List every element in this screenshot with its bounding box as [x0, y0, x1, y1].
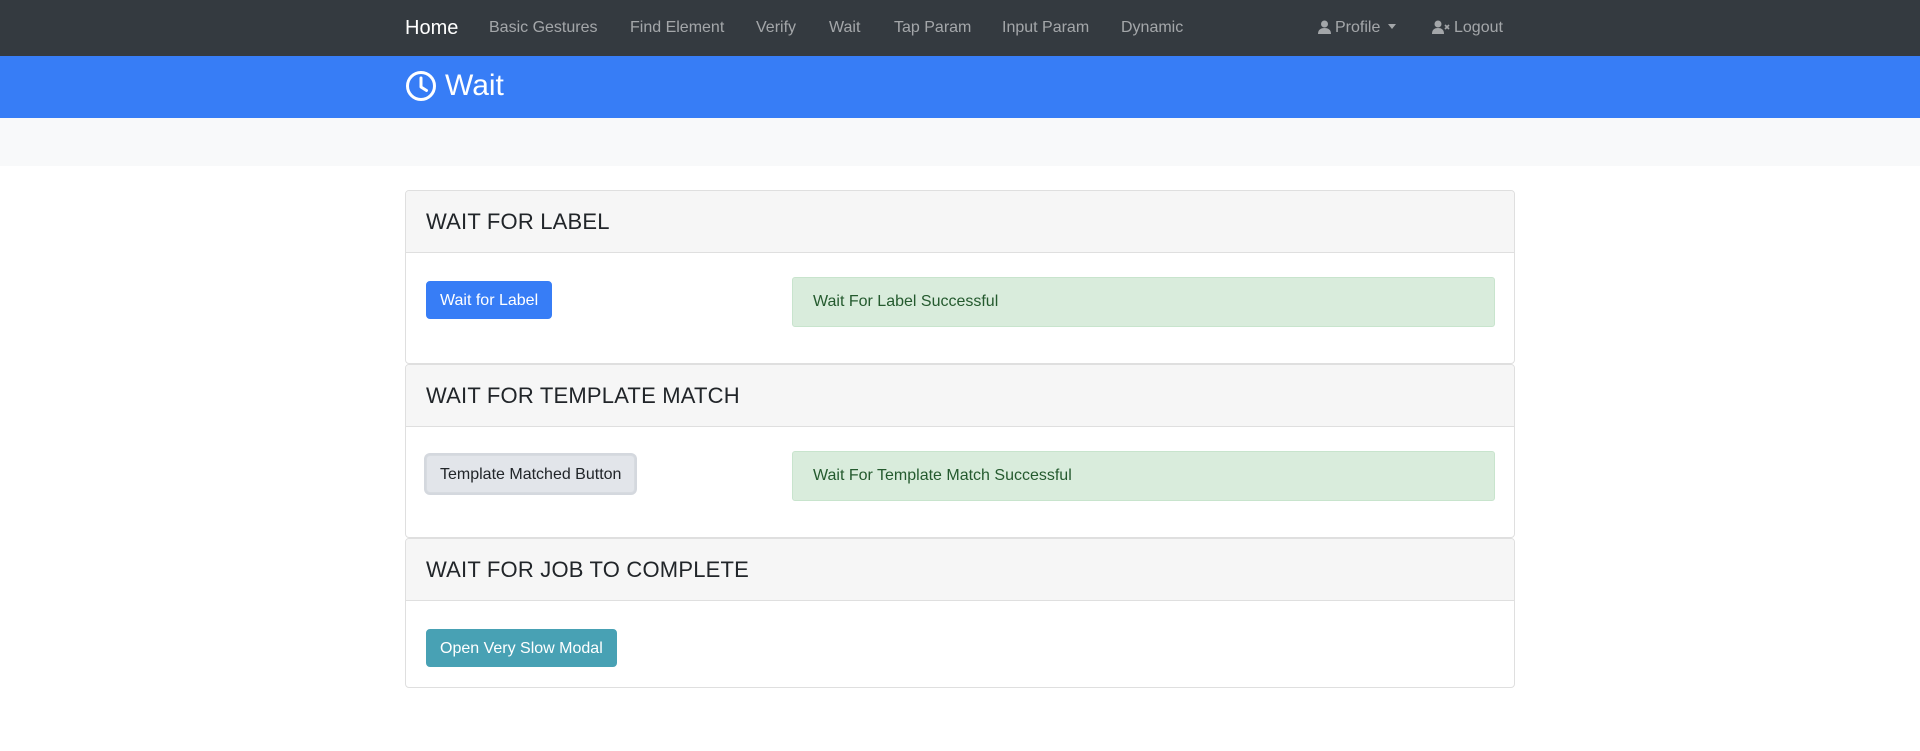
profile-label: Profile [1335, 19, 1381, 36]
profile-dropdown[interactable]: Profile [1318, 18, 1397, 38]
page-title-text: Wait [445, 69, 504, 102]
nav-home-link[interactable]: Home [405, 16, 458, 40]
open-slow-modal-button[interactable]: Open Very Slow Modal [426, 629, 617, 667]
user-icon [1318, 20, 1331, 34]
page-subheader-band [0, 118, 1920, 166]
template-matched-button[interactable]: Template Matched Button [426, 455, 636, 493]
user-times-icon [1432, 20, 1450, 34]
top-navbar: Home Basic Gestures Find Element Verify … [0, 0, 1920, 56]
nav-tap-param[interactable]: Tap Param [894, 18, 971, 38]
nav-basic-gestures[interactable]: Basic Gestures [489, 18, 597, 38]
nav-wait[interactable]: Wait [829, 18, 860, 38]
logout-link[interactable]: Logout [1432, 18, 1503, 38]
card-title: WAIT FOR JOB TO COMPLETE [426, 556, 750, 582]
status-alert: Wait For Template Match Successful [792, 451, 1495, 501]
card-header: WAIT FOR TEMPLATE MATCH [406, 365, 1514, 427]
logout-label: Logout [1454, 19, 1503, 36]
status-alert: Wait For Label Successful [792, 277, 1495, 327]
chevron-down-icon [1388, 24, 1397, 29]
card-header: WAIT FOR JOB TO COMPLETE [406, 539, 1514, 601]
navbar-container: Home Basic Gestures Find Element Verify … [405, 0, 1515, 56]
nav-dynamic[interactable]: Dynamic [1121, 18, 1183, 38]
nav-input-param[interactable]: Input Param [1002, 18, 1089, 38]
wait-for-job-card: WAIT FOR JOB TO COMPLETE Open Very Slow … [405, 538, 1515, 688]
wait-for-label-button[interactable]: Wait for Label [426, 281, 553, 319]
wait-for-template-match-card: WAIT FOR TEMPLATE MATCH Template Matched… [405, 364, 1515, 538]
wait-for-label-card: WAIT FOR LABEL Wait for Label Wait For L… [405, 190, 1515, 364]
nav-find-element[interactable]: Find Element [630, 18, 724, 38]
clock-icon [406, 71, 436, 101]
card-title: WAIT FOR LABEL [426, 208, 610, 234]
nav-verify[interactable]: Verify [756, 18, 796, 38]
card-header: WAIT FOR LABEL [406, 191, 1514, 253]
page-title: Wait [405, 68, 504, 104]
card-title: WAIT FOR TEMPLATE MATCH [426, 382, 740, 408]
page-header: Wait [0, 56, 1920, 118]
